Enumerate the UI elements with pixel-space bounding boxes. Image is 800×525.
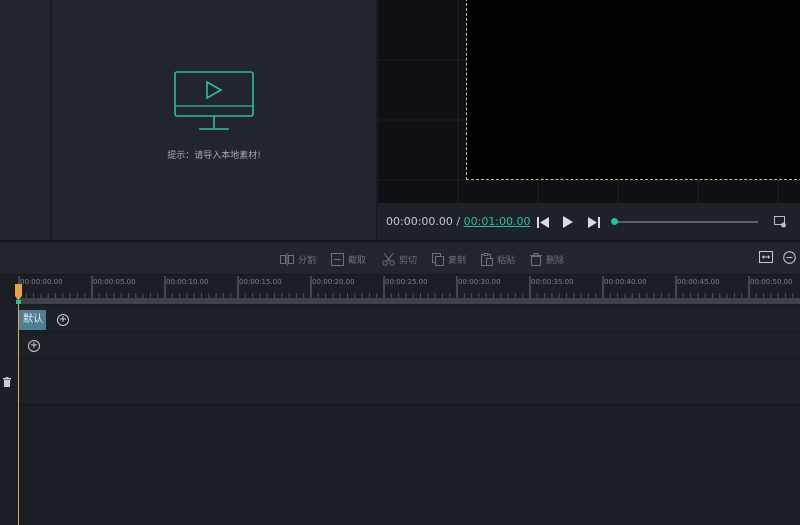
paste-icon (481, 252, 493, 266)
ruler-tick-label: 00:00:00.00 (20, 278, 63, 286)
skip-back-button[interactable] (536, 215, 550, 229)
fit-timeline-button[interactable] (759, 251, 773, 265)
current-time: 00:00:00.00 (386, 215, 453, 228)
skip-back-icon (537, 216, 549, 228)
timeline-empty-area[interactable] (16, 405, 800, 525)
paste-label: 粘贴 (497, 255, 516, 266)
empty-media-hint: 提示：请导入本地素材! (52, 70, 376, 161)
progress-knob[interactable] (611, 218, 618, 225)
ruler-tick-label: 00:00:30.00 (458, 278, 501, 286)
ruler-tick-label: 00:00:15.00 (239, 278, 282, 286)
ruler-tick-label: 00:00:05.00 (93, 278, 136, 286)
plus-icon: + (58, 314, 68, 325)
scissors-icon (382, 252, 395, 266)
fit-width-icon (759, 251, 773, 263)
playhead-line[interactable] (18, 290, 19, 525)
media-library-panel: 提示：请导入本地素材! (52, 0, 377, 240)
playhead-handle[interactable] (14, 284, 23, 304)
trash-icon (530, 252, 542, 266)
copy-label: 复制 (448, 255, 467, 266)
default-clip[interactable]: 默认 (18, 310, 46, 330)
ruler-tick-label: 00:00:40.00 (604, 278, 647, 286)
ruler-tick-label: 00:00:35.00 (531, 278, 574, 286)
copy-button[interactable]: 复制 (432, 251, 466, 267)
monitor-play-icon (174, 71, 254, 130)
crop-button[interactable]: 截取 (331, 251, 366, 267)
timeline-track-2[interactable]: + (16, 333, 800, 359)
ruler-scrub-track[interactable] (16, 298, 800, 304)
video-preview[interactable] (378, 0, 800, 203)
ruler-tick-label: 00:00:20.00 (312, 278, 355, 286)
ruler-tick-label: 00:00:50.00 (750, 278, 793, 286)
time-separator: / (452, 215, 464, 228)
snapshot-icon (773, 216, 786, 228)
timeline-track-1[interactable]: 默认 + (16, 307, 800, 333)
canvas-frame[interactable] (466, 0, 800, 180)
delete-track-button[interactable] (3, 377, 11, 390)
play-button[interactable] (561, 215, 575, 229)
timeline-ruler[interactable]: 00:00:00.00 00:00:05.00 00:00:10.00 00:00:1… (0, 275, 800, 307)
total-time[interactable]: 00:01:00.00 (464, 215, 531, 228)
edit-toolbar: 分割 截取 剪切 复制 粘贴 删除 (0, 242, 800, 275)
play-icon (563, 216, 573, 228)
snapshot-button[interactable] (773, 215, 787, 229)
plus-icon: + (29, 340, 39, 351)
zoom-out-icon (783, 251, 796, 264)
zoom-out-button[interactable] (783, 251, 797, 265)
cut-button[interactable]: 剪切 (382, 251, 417, 267)
ruler-tick-label: 00:00:45.00 (677, 278, 720, 286)
timeline-track-3[interactable] (16, 359, 800, 405)
skip-forward-icon (588, 216, 600, 228)
delete-button[interactable]: 删除 (530, 251, 564, 267)
track-header-gutter (0, 307, 16, 525)
ruler-tick-label: 00:00:25.00 (385, 278, 428, 286)
trash-icon (3, 377, 11, 387)
import-hint-text: 提示：请导入本地素材! (167, 151, 261, 161)
playback-bar: 00:00:00.00 / 00:01:00.00 (378, 203, 800, 240)
crop-label: 截取 (348, 255, 367, 266)
crop-icon (331, 252, 344, 266)
time-display: 00:00:00.00 / 00:01:00.00 (386, 215, 531, 228)
progress-track[interactable] (614, 221, 758, 223)
split-icon (280, 252, 294, 266)
paste-button[interactable]: 粘贴 (481, 251, 515, 267)
ruler-tick-label: 00:00:10.00 (166, 278, 209, 286)
skip-forward-button[interactable] (587, 215, 601, 229)
cut-label: 剪切 (399, 255, 418, 266)
copy-icon (432, 252, 444, 266)
split-button[interactable]: 分割 (280, 251, 316, 267)
add-track-button[interactable]: + (28, 340, 40, 352)
delete-label: 删除 (546, 255, 565, 266)
split-label: 分割 (298, 255, 317, 266)
left-sidebar-strip (0, 0, 51, 240)
add-clip-button[interactable]: + (57, 314, 69, 326)
